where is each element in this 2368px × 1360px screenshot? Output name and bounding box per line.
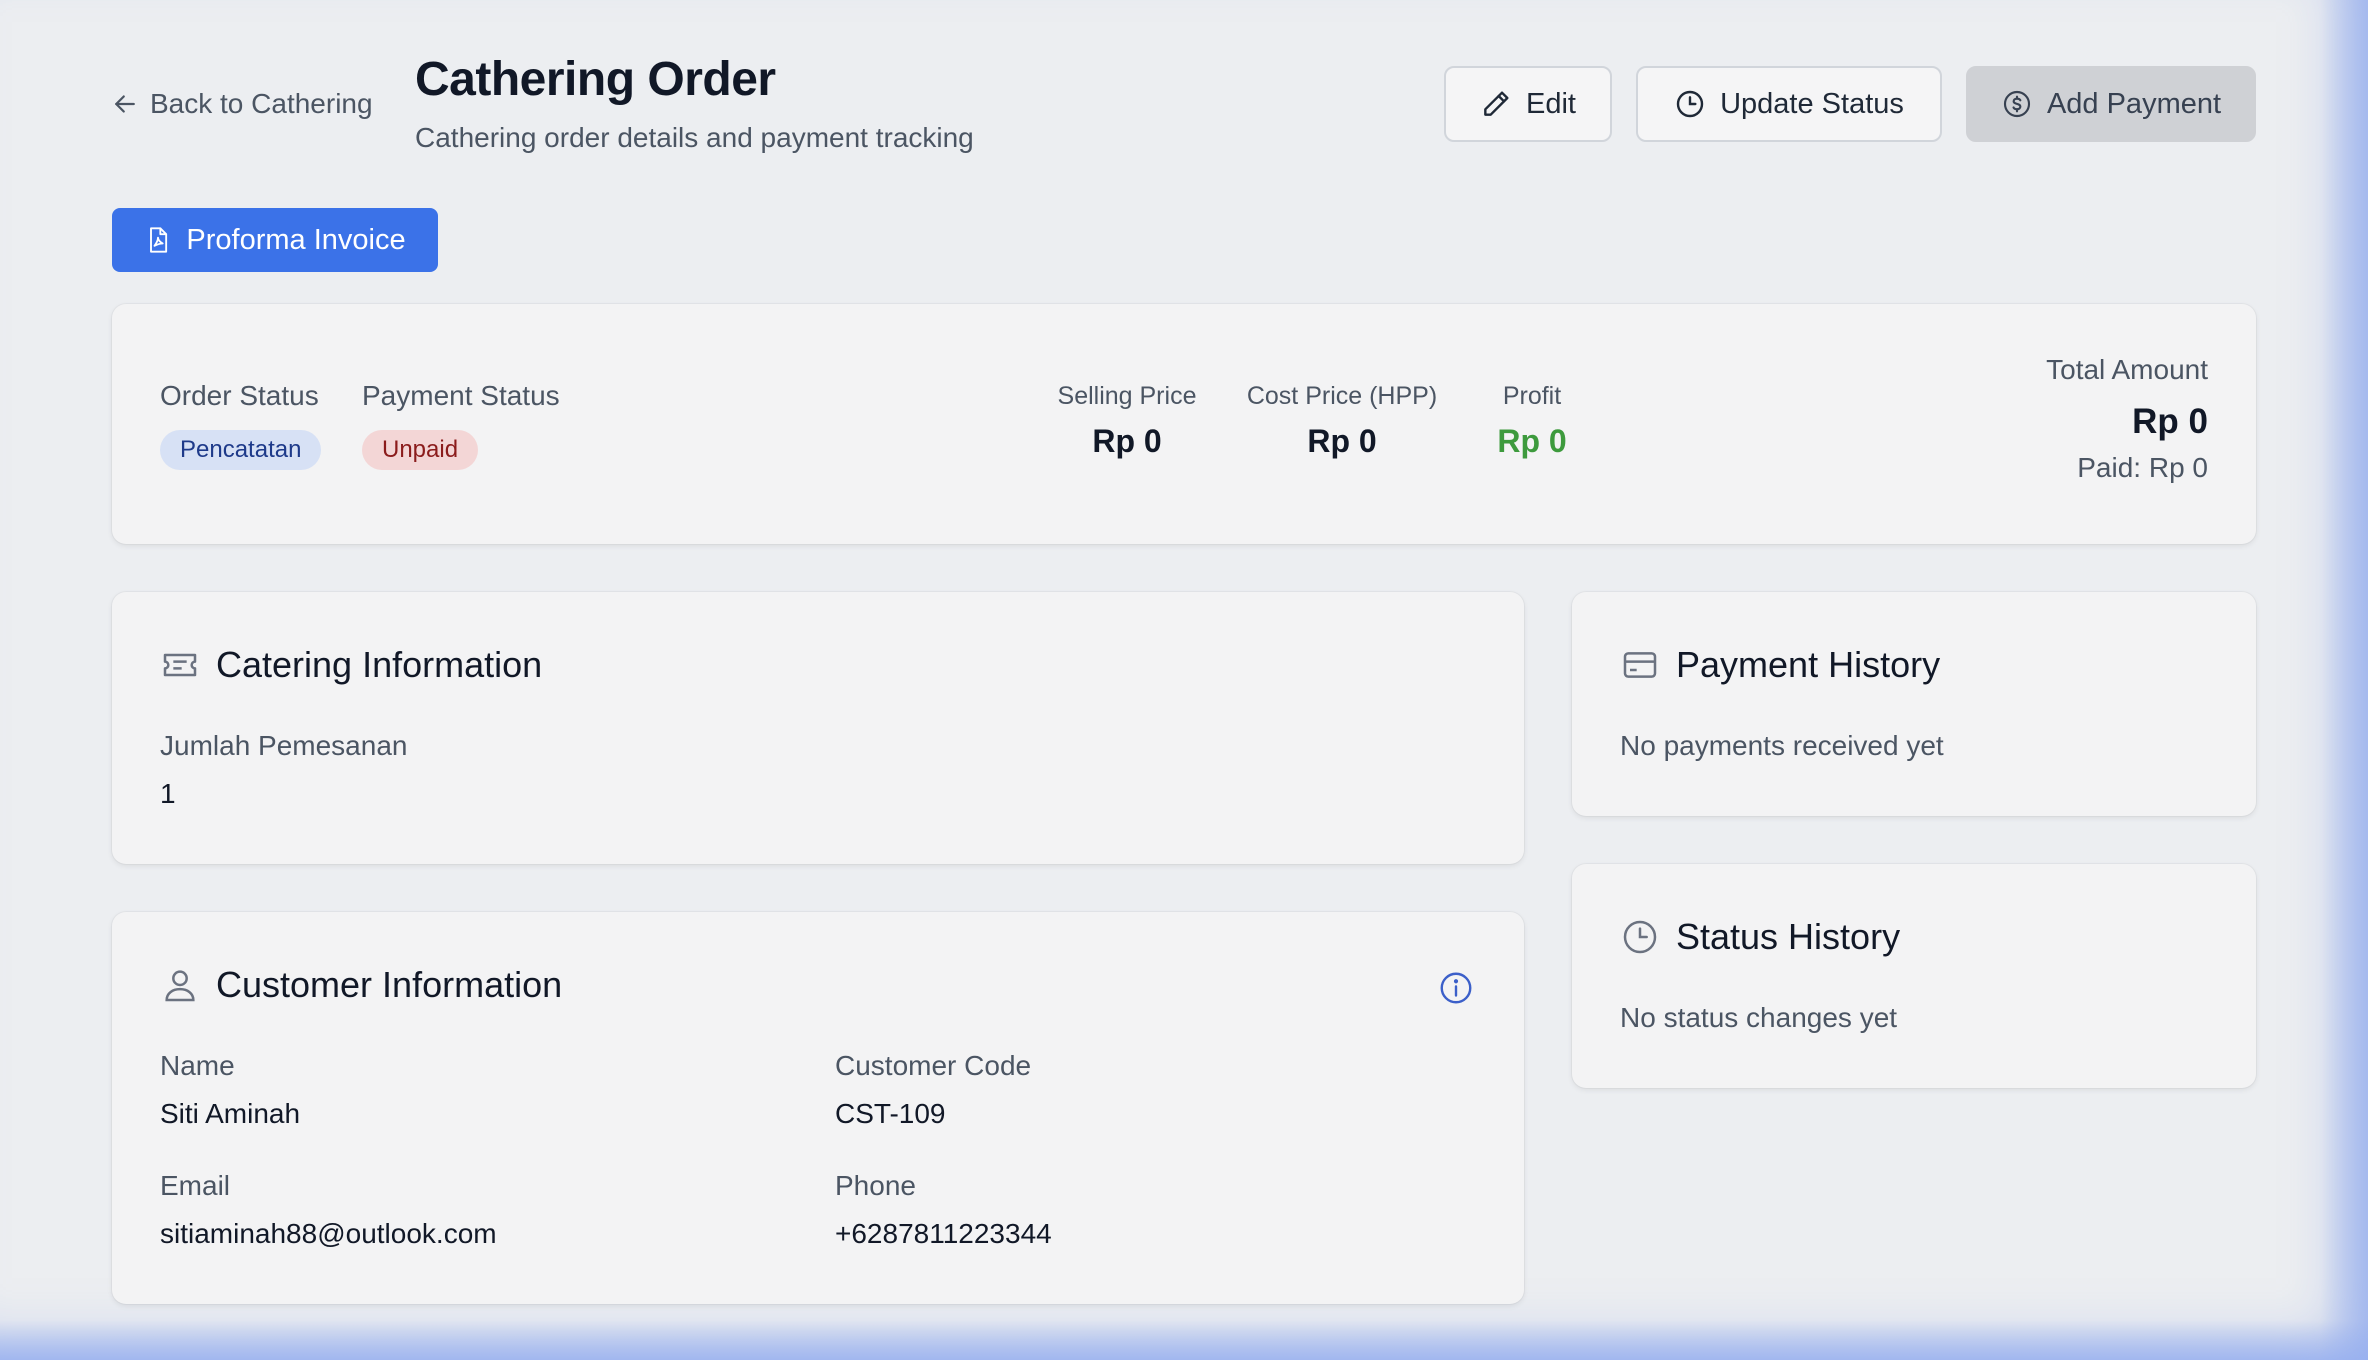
payment-history-empty: No payments received yet: [1620, 730, 1944, 761]
pdf-file-icon: [150, 227, 168, 253]
cost-price-value: Rp 0: [1307, 423, 1377, 459]
payment-status-badge: Unpaid: [362, 430, 479, 470]
catering-information-title: Catering Information: [216, 644, 543, 685]
total-amount-value: Rp 0: [2132, 402, 2208, 441]
ticket-icon: [163, 653, 197, 677]
quantity-label: Jumlah Pemesanan: [160, 730, 408, 761]
payment-history-card: Payment History No payments received yet: [1572, 592, 2256, 816]
customer-code-label: Customer Code: [835, 1050, 1032, 1081]
status-history-title: Status History: [1676, 916, 1901, 957]
profit-label: Profit: [1502, 382, 1562, 410]
arrow-left-icon: [115, 95, 135, 113]
paid-amount: Paid: Rp 0: [2077, 452, 2208, 483]
payment-status-label: Payment Status: [362, 380, 560, 411]
customer-code-value: CST-109: [835, 1098, 946, 1129]
screen-edge-glow-right: [2320, 0, 2368, 1360]
add-payment-button[interactable]: Add Payment: [1966, 66, 2256, 142]
customer-name-label: Name: [160, 1050, 235, 1081]
customer-phone-label: Phone: [835, 1170, 916, 1201]
credit-card-icon: [1623, 652, 1657, 678]
status-history-empty: No status changes yet: [1620, 1002, 1898, 1033]
user-icon: [165, 970, 195, 1002]
edit-button-label: Edit: [1526, 87, 1576, 120]
order-status-label: Order Status: [160, 380, 319, 411]
update-status-label: Update Status: [1720, 87, 1904, 120]
customer-email-value: sitiaminah88@outlook.com: [160, 1218, 497, 1249]
customer-email-label: Email: [160, 1170, 231, 1201]
proforma-invoice-button[interactable]: Proforma Invoice: [112, 208, 438, 272]
back-link-label: Back to Cathering: [150, 88, 373, 119]
selling-price-value: Rp 0: [1092, 423, 1162, 459]
total-amount-label: Total Amount: [2046, 354, 2208, 385]
pencil-icon: [1484, 91, 1509, 116]
order-summary-card: Order Status Pencatatan Payment Status U…: [112, 304, 2256, 544]
customer-name-value: Siti Aminah: [160, 1098, 301, 1129]
update-status-button[interactable]: Update Status: [1636, 66, 1942, 142]
app-screen: Back to Cathering Cathering Order Cather…: [0, 0, 2368, 1360]
screen-edge-glow-bottom: [0, 1320, 2368, 1360]
cost-price-label: Cost Price (HPP): [1246, 382, 1438, 410]
customer-phone-value: +6287811223344: [835, 1218, 1052, 1249]
customer-information-card: Customer Information Name Siti Aminah Cu…: [112, 912, 1524, 1304]
clock-icon: [1676, 90, 1704, 118]
catering-information-card: Catering Information Jumlah Pemesanan 1: [112, 592, 1524, 864]
edit-button[interactable]: Edit: [1444, 66, 1612, 142]
page-title: Cathering Order: [415, 53, 776, 106]
clock-icon: [1623, 920, 1657, 954]
info-icon[interactable]: [1438, 970, 1474, 1006]
order-status-badge: Pencatatan: [160, 430, 322, 470]
quantity-value: 1: [160, 778, 176, 809]
profit-value: Rp 0: [1497, 423, 1567, 459]
status-history-card: Status History No status changes yet: [1572, 864, 2256, 1088]
proforma-invoice-label: Proforma Invoice: [186, 223, 406, 256]
back-link[interactable]: Back to Cathering: [110, 86, 373, 122]
add-payment-label: Add Payment: [2046, 87, 2222, 120]
selling-price-label: Selling Price: [1057, 382, 1197, 410]
page-subtitle: Cathering order details and payment trac…: [415, 122, 974, 153]
customer-information-title: Customer Information: [216, 964, 563, 1005]
payment-history-title: Payment History: [1676, 644, 1941, 685]
dollar-circle-icon: [2003, 90, 2031, 118]
